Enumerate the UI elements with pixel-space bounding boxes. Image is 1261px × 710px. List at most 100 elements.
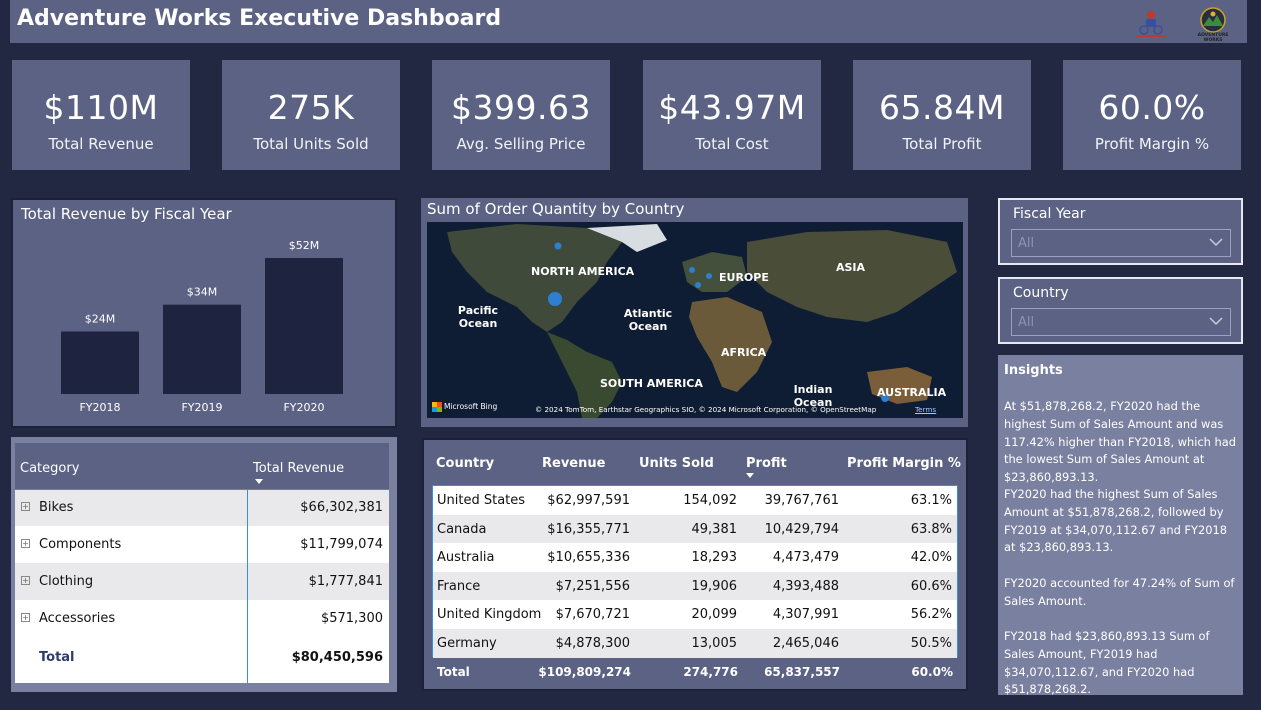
data-label: $52M: [289, 239, 320, 252]
category-name: Clothing: [39, 574, 94, 589]
insights-title: Insights: [1004, 363, 1063, 378]
table-row[interactable]: Germany $4,878,300 13,005 2,465,046 50.5…: [433, 629, 957, 658]
total-label: Total: [437, 665, 470, 679]
table-row[interactable]: + Clothing $1,777,841: [15, 563, 389, 600]
cell-profit: 39,767,761: [764, 493, 839, 508]
cell-profit-margin: 63.1%: [910, 493, 952, 508]
cell-units-sold: 18,293: [691, 550, 738, 566]
kpi-card-total-units-sold: 275K Total Units Sold: [222, 60, 400, 170]
kpi-card-total-profit: 65.84M Total Profit: [853, 60, 1031, 170]
table-row[interactable]: France $7,251,556 19,906 4,393,488 60.6%: [433, 571, 957, 601]
table-row[interactable]: + Accessories $571,300: [15, 600, 389, 637]
cell-units-sold: 49,381: [691, 521, 738, 537]
adventure-works-logo: ADVENTURE WORKS: [1195, 6, 1231, 43]
cell-profit-margin: 63.8%: [910, 521, 952, 537]
kpi-label: Total Cost: [695, 135, 769, 153]
bar-fy2020[interactable]: [265, 258, 343, 394]
table-body: United States $62,997,591 154,092 39,767…: [432, 485, 958, 658]
table-row[interactable]: Australia $10,655,336 18,293 4,473,479 4…: [433, 543, 957, 572]
cell-revenue: $4,878,300: [555, 636, 630, 651]
cell-revenue: $7,251,556: [555, 578, 630, 594]
category-revenue: $571,300: [320, 611, 383, 626]
page-title: Adventure Works Executive Dashboard: [17, 6, 502, 31]
bar-fy2018[interactable]: [61, 331, 139, 394]
cell-revenue: $62,997,591: [547, 493, 630, 508]
divider: [247, 489, 248, 683]
cell-profit: 2,465,046: [772, 636, 839, 651]
country-dropdown[interactable]: All: [1011, 308, 1231, 336]
table-total-row: Total $109,809,274 274,776 65,837,557 60…: [432, 658, 958, 686]
map-bubble-france: [695, 282, 701, 288]
cell-revenue: $16,355,771: [547, 521, 630, 537]
kpi-value: 60.0%: [1098, 88, 1206, 127]
fiscal-year-dropdown[interactable]: All: [1011, 229, 1231, 257]
cell-profit: 10,429,794: [764, 521, 839, 537]
country-slicer[interactable]: Country All: [998, 277, 1243, 344]
column-header-revenue[interactable]: Revenue: [542, 456, 605, 471]
kpi-value: $399.63: [451, 88, 591, 127]
category-name: Bikes: [39, 500, 74, 515]
column-header-category[interactable]: Category: [20, 461, 79, 476]
total-profit: 65,837,557: [764, 665, 840, 679]
cell-units-sold: 13,005: [691, 636, 738, 651]
expand-icon[interactable]: +: [21, 539, 30, 548]
map-label-asia: ASIA: [836, 261, 866, 274]
cell-profit-margin: 42.0%: [910, 550, 952, 566]
cell-country: United States: [437, 493, 526, 508]
order-quantity-map[interactable]: Sum of Order Quantity by Country NORTH A…: [421, 198, 968, 427]
table-row[interactable]: Canada $16,355,771 49,381 10,429,794 63.…: [433, 514, 957, 544]
map-terms-link[interactable]: Terms: [915, 405, 936, 414]
table-row[interactable]: United Kingdom $7,670,721 20,099 4,307,9…: [433, 600, 957, 629]
total-revenue: $80,450,596: [291, 650, 383, 665]
total-revenue: $109,809,274: [538, 665, 631, 679]
cell-country: United Kingdom: [437, 607, 542, 623]
revenue-by-fiscal-year-chart[interactable]: Total Revenue by Fiscal Year $24M FY2018 $…: [11, 198, 397, 428]
expand-icon[interactable]: +: [21, 613, 30, 622]
table-total-row: Total $80,450,596: [15, 639, 389, 676]
slicer-value: All: [1018, 236, 1035, 251]
column-header-profit-margin[interactable]: Profit Margin %: [847, 456, 961, 471]
expand-icon[interactable]: +: [21, 502, 30, 511]
sort-desc-icon: [746, 473, 754, 478]
insights-panel: Insights At $51,878,268.2, FY2020 had th…: [998, 355, 1243, 696]
column-header-total-revenue[interactable]: Total Revenue: [253, 461, 344, 476]
category-revenue-table[interactable]: Category Total Revenue + Bikes $66,302,3…: [15, 443, 389, 683]
slicer-title: Fiscal Year: [1013, 206, 1086, 222]
cell-revenue: $7,670,721: [555, 607, 630, 623]
map-label-pacific-ocean: Pacific Ocean: [457, 304, 499, 330]
map-label-africa: AFRICA: [721, 346, 767, 359]
slicer-title: Country: [1013, 285, 1069, 301]
expand-icon[interactable]: +: [21, 576, 30, 585]
kpi-value: $43.97M: [658, 88, 806, 127]
table-row[interactable]: + Bikes $66,302,381: [15, 489, 389, 526]
map-title: Sum of Order Quantity by Country: [427, 200, 685, 218]
kpi-label: Avg. Selling Price: [456, 135, 586, 153]
table-row[interactable]: United States $62,997,591 154,092 39,767…: [433, 486, 957, 515]
kpi-card-profit-margin: 60.0% Profit Margin %: [1063, 60, 1241, 170]
kpi-card-avg-selling-price: $399.63 Avg. Selling Price: [432, 60, 610, 170]
column-header-profit[interactable]: Profit: [746, 456, 787, 471]
cell-profit-margin: 56.2%: [910, 607, 952, 623]
country-performance-table[interactable]: Country Revenue Units Sold Profit Profit…: [422, 438, 968, 691]
map-label-australia: AUSTRALIA: [877, 386, 947, 399]
cell-country: France: [437, 578, 481, 594]
header-bar: Adventure Works Executive Dashboard ADVE…: [10, 0, 1247, 43]
bar-fy2019[interactable]: [163, 304, 241, 394]
bing-logo: [432, 402, 442, 412]
cell-units-sold: 19,906: [691, 578, 738, 594]
column-header-country[interactable]: Country: [436, 456, 494, 471]
column-header-units-sold[interactable]: Units Sold: [639, 456, 714, 471]
fiscal-year-slicer[interactable]: Fiscal Year All: [998, 198, 1243, 265]
map-label-europe: EUROPE: [719, 271, 769, 284]
chevron-down-icon: [1209, 317, 1223, 326]
category-revenue: $66,302,381: [300, 500, 383, 515]
world-map[interactable]: NORTH AMERICA EUROPE ASIA Pacific Ocean …: [427, 222, 963, 418]
insight-paragraph: FY2020 accounted for 47.24% of Sum of Sa…: [1004, 576, 1235, 608]
cell-profit: 4,473,479: [772, 550, 839, 566]
cell-units-sold: 20,099: [691, 607, 738, 623]
kpi-value: $110M: [43, 88, 159, 127]
category-revenue: $1,777,841: [308, 574, 383, 589]
table-row[interactable]: + Components $11,799,074: [15, 526, 389, 563]
bing-label: Microsoft Bing: [444, 402, 498, 411]
adventure-works-bike-icon: [1134, 6, 1168, 38]
